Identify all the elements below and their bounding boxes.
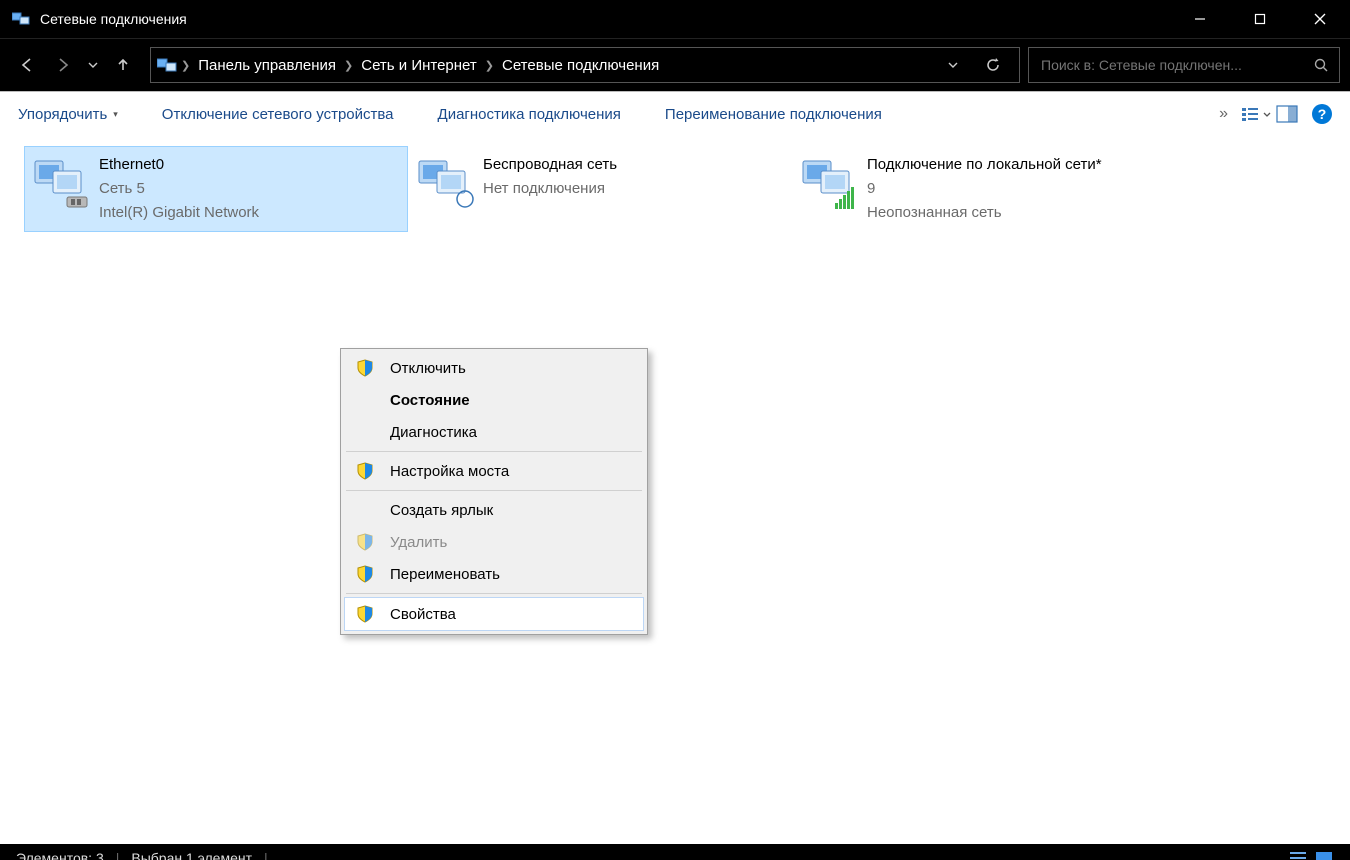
forward-button[interactable]	[46, 48, 80, 82]
recent-locations-button[interactable]	[82, 48, 104, 82]
items-count: Элементов: 3	[16, 850, 104, 860]
selection-count: Выбран 1 элемент	[131, 850, 252, 860]
ctx-properties[interactable]: Свойства	[344, 597, 644, 631]
ctx-shortcut[interactable]: Создать ярлык	[344, 494, 644, 526]
item-device: Intel(R) Gigabit Network	[99, 201, 259, 225]
view-options-button[interactable]	[1242, 106, 1262, 122]
context-menu: Отключить Состояние Диагностика Настройк…	[340, 348, 648, 635]
shield-icon	[354, 461, 376, 481]
ctx-rename[interactable]: Переименовать	[344, 558, 644, 590]
content-area: Ethernet0 Сеть 5 Intel(R) Gigabit Networ…	[0, 136, 1350, 844]
address-bar[interactable]: ❯ Панель управления ❯ Сеть и Интернет ❯ …	[150, 47, 1020, 83]
close-button[interactable]	[1290, 0, 1350, 38]
network-item-local[interactable]: Подключение по локальной сети* 9 Неопозн…	[792, 146, 1176, 232]
folder-icon	[157, 56, 179, 74]
ctx-disable[interactable]: Отключить	[344, 352, 644, 384]
item-status: Нет подключения	[483, 177, 617, 201]
large-icons-view-button[interactable]	[1314, 850, 1334, 860]
item-name: Ethernet0	[99, 153, 259, 177]
separator: |	[264, 850, 268, 860]
preview-pane-button[interactable]	[1276, 105, 1298, 123]
help-button[interactable]: ?	[1312, 104, 1332, 124]
breadcrumb-item[interactable]: Сеть и Интернет	[355, 57, 483, 74]
separator: |	[116, 850, 120, 860]
up-button[interactable]	[106, 48, 140, 82]
shield-icon	[354, 358, 376, 378]
chevron-right-icon: ❯	[483, 59, 496, 72]
refresh-button[interactable]	[973, 57, 1013, 73]
diagnose-button[interactable]: Диагностика подключения	[438, 106, 621, 123]
separator	[346, 593, 642, 594]
shield-icon	[354, 604, 376, 624]
navigation-bar: ❯ Панель управления ❯ Сеть и Интернет ❯ …	[0, 38, 1350, 91]
command-bar: Упорядочить▾ Отключение сетевого устройс…	[0, 91, 1350, 136]
search-box[interactable]	[1028, 47, 1340, 83]
network-item-wireless[interactable]: Беспроводная сеть Нет подключения	[408, 146, 792, 232]
search-input[interactable]	[1039, 56, 1314, 74]
separator	[346, 490, 642, 491]
breadcrumb-item[interactable]: Панель управления	[192, 57, 342, 74]
address-dropdown[interactable]	[937, 59, 969, 71]
item-name: Беспроводная сеть	[483, 153, 617, 177]
item-status: 9	[867, 177, 1102, 201]
ctx-diagnostics[interactable]: Диагностика	[344, 416, 644, 448]
chevron-down-icon: ▾	[113, 109, 118, 120]
app-icon	[12, 11, 30, 27]
chevron-right-icon: ❯	[179, 59, 192, 72]
network-adapter-icon	[31, 153, 95, 211]
network-adapter-icon	[799, 153, 863, 211]
overflow-button[interactable]: »	[1219, 105, 1228, 123]
ctx-delete: Удалить	[344, 526, 644, 558]
network-item-ethernet0[interactable]: Ethernet0 Сеть 5 Intel(R) Gigabit Networ…	[24, 146, 408, 232]
item-status: Сеть 5	[99, 177, 259, 201]
disable-device-button[interactable]: Отключение сетевого устройства	[162, 106, 394, 123]
network-adapter-icon	[415, 153, 479, 211]
breadcrumb-item[interactable]: Сетевые подключения	[496, 57, 665, 74]
search-icon	[1314, 58, 1329, 73]
organize-button[interactable]: Упорядочить▾	[18, 106, 118, 123]
chevron-right-icon: ❯	[342, 59, 355, 72]
rename-connection-button[interactable]: Переименование подключения	[665, 106, 882, 123]
back-button[interactable]	[10, 48, 44, 82]
separator	[346, 451, 642, 452]
ctx-bridge[interactable]: Настройка моста	[344, 455, 644, 487]
status-bar: Элементов: 3 | Выбран 1 элемент |	[0, 844, 1350, 860]
shield-icon	[354, 564, 376, 584]
ctx-status[interactable]: Состояние	[344, 384, 644, 416]
details-view-button[interactable]	[1288, 850, 1308, 860]
minimize-button[interactable]	[1170, 0, 1230, 38]
maximize-button[interactable]	[1230, 0, 1290, 38]
window-title: Сетевые подключения	[40, 11, 187, 27]
item-name: Подключение по локальной сети*	[867, 153, 1102, 177]
item-device: Неопознанная сеть	[867, 201, 1102, 225]
titlebar: Сетевые подключения	[0, 0, 1350, 38]
shield-icon	[354, 532, 376, 552]
